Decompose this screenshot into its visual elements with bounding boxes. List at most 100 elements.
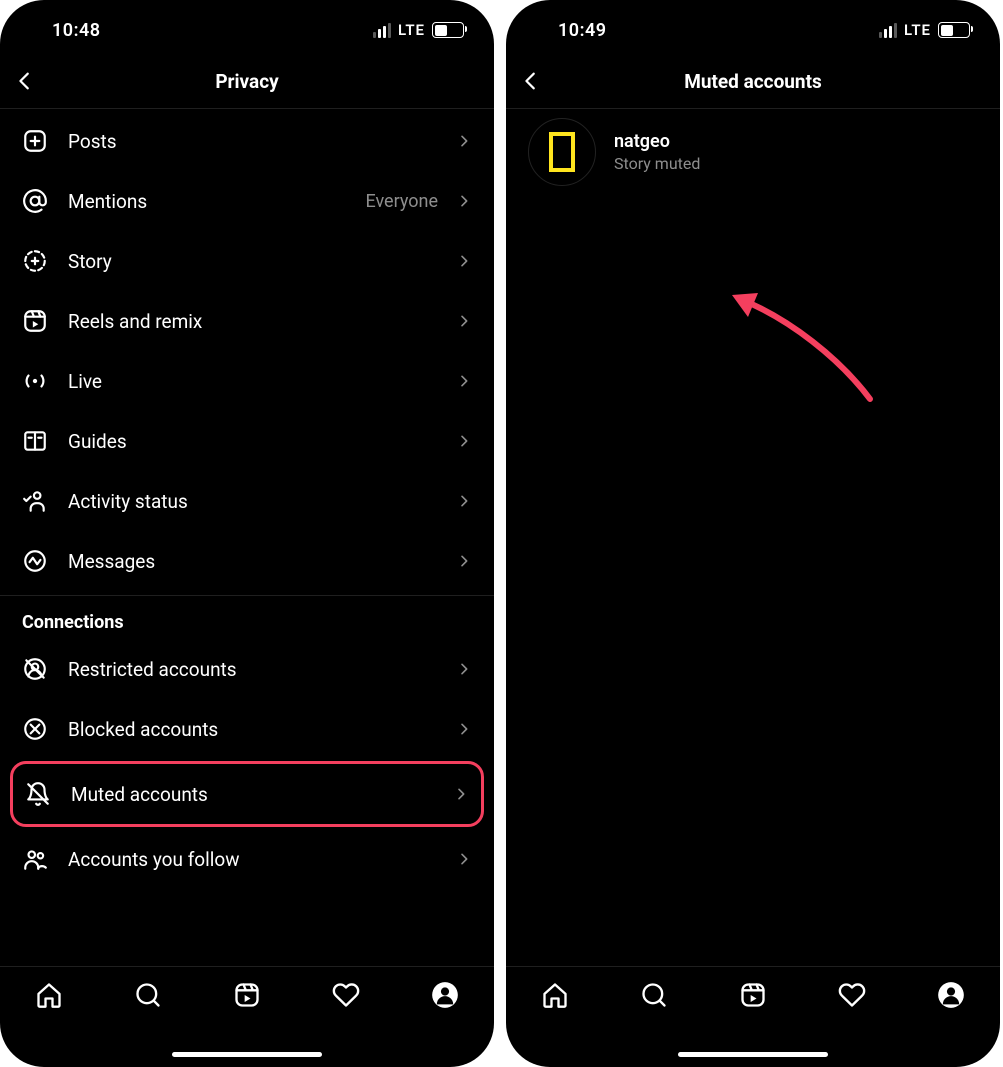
home-indicator[interactable] [678,1052,828,1057]
settings-list: Posts Mentions Everyone Story Reels and … [0,109,494,966]
account-username: natgeo [614,131,700,152]
nav-reels[interactable] [739,981,767,1013]
row-reels[interactable]: Reels and remix [0,291,494,351]
network-label: LTE [904,21,931,39]
account-text: natgeo Story muted [614,131,700,173]
row-blocked-accounts[interactable]: Blocked accounts [0,699,494,759]
profile-icon [937,981,965,1009]
nav-profile[interactable] [937,981,965,1013]
row-activity-status[interactable]: Activity status [0,471,494,531]
messages-icon [22,548,48,574]
header-title: Muted accounts [684,70,822,93]
row-label: Accounts you follow [68,848,452,871]
account-status: Story muted [614,154,700,173]
chevron-right-icon [452,553,472,569]
chevron-right-icon [452,373,472,389]
heart-icon [838,981,866,1009]
reels-nav-icon [739,981,767,1009]
chevron-left-icon [520,70,542,92]
signal-icon [879,23,897,38]
chevron-right-icon [452,493,472,509]
live-icon [22,368,48,394]
network-label: LTE [398,21,425,39]
battery-icon [432,22,464,38]
restricted-icon [22,656,48,682]
account-avatar [528,118,596,186]
row-mentions[interactable]: Mentions Everyone [0,171,494,231]
row-muted-accounts[interactable]: Muted accounts [25,764,469,824]
nav-reels[interactable] [233,981,261,1013]
search-icon [640,981,668,1009]
phone-privacy-settings: 10:48 LTE Privacy Posts [0,0,494,1067]
back-button[interactable] [520,54,560,108]
muted-icon [25,781,51,807]
status-indicators: LTE [879,21,970,39]
activity-icon [22,488,48,514]
profile-icon [431,981,459,1009]
posts-icon [22,128,48,154]
screen-header: Muted accounts [506,54,1000,109]
nav-search[interactable] [640,981,668,1013]
chevron-right-icon [452,851,472,867]
row-value: Everyone [365,191,438,212]
reels-nav-icon [233,981,261,1009]
status-indicators: LTE [373,21,464,39]
row-label: Mentions [68,190,365,213]
muted-account-row[interactable]: natgeo Story muted [506,111,1000,193]
signal-icon [373,23,391,38]
section-header-connections: Connections [0,595,494,639]
annotation-arrow-icon [730,289,880,409]
screen-header: Privacy [0,54,494,109]
battery-icon [938,22,970,38]
following-icon [22,846,48,872]
row-label: Messages [68,550,452,573]
row-label: Posts [68,130,452,153]
guides-icon [22,428,48,454]
row-posts[interactable]: Posts [0,111,494,171]
muted-accounts-list: natgeo Story muted [506,109,1000,966]
row-story[interactable]: Story [0,231,494,291]
search-icon [134,981,162,1009]
chevron-right-icon [452,133,472,149]
nav-home[interactable] [541,981,569,1013]
status-time: 10:49 [536,20,607,41]
nav-activity[interactable] [838,981,866,1013]
nav-search[interactable] [134,981,162,1013]
row-accounts-you-follow[interactable]: Accounts you follow [0,829,494,889]
highlight-muted-accounts: Muted accounts [10,761,484,827]
row-label: Blocked accounts [68,718,452,741]
chevron-left-icon [14,70,36,92]
heart-icon [332,981,360,1009]
back-button[interactable] [14,54,54,108]
chevron-right-icon [452,661,472,677]
row-label: Guides [68,430,452,453]
natgeo-logo-icon [549,132,575,172]
story-icon [22,248,48,274]
home-icon [35,981,63,1009]
row-restricted-accounts[interactable]: Restricted accounts [0,639,494,699]
chevron-right-icon [452,721,472,737]
home-indicator[interactable] [172,1052,322,1057]
row-label: Muted accounts [71,783,449,806]
status-bar: 10:48 LTE [0,0,494,54]
row-label: Reels and remix [68,310,452,333]
row-label: Activity status [68,490,452,513]
status-bar: 10:49 LTE [506,0,1000,54]
nav-home[interactable] [35,981,63,1013]
chevron-right-icon [452,253,472,269]
row-messages[interactable]: Messages [0,531,494,591]
row-label: Live [68,370,452,393]
blocked-icon [22,716,48,742]
chevron-right-icon [449,786,469,802]
chevron-right-icon [452,193,472,209]
nav-activity[interactable] [332,981,360,1013]
reels-icon [22,308,48,334]
chevron-right-icon [452,313,472,329]
row-label: Restricted accounts [68,658,452,681]
nav-profile[interactable] [431,981,459,1013]
mentions-icon [22,188,48,214]
header-title: Privacy [215,70,278,93]
row-live[interactable]: Live [0,351,494,411]
phone-muted-accounts: 10:49 LTE Muted accounts natgeo Story mu [506,0,1000,1067]
row-guides[interactable]: Guides [0,411,494,471]
